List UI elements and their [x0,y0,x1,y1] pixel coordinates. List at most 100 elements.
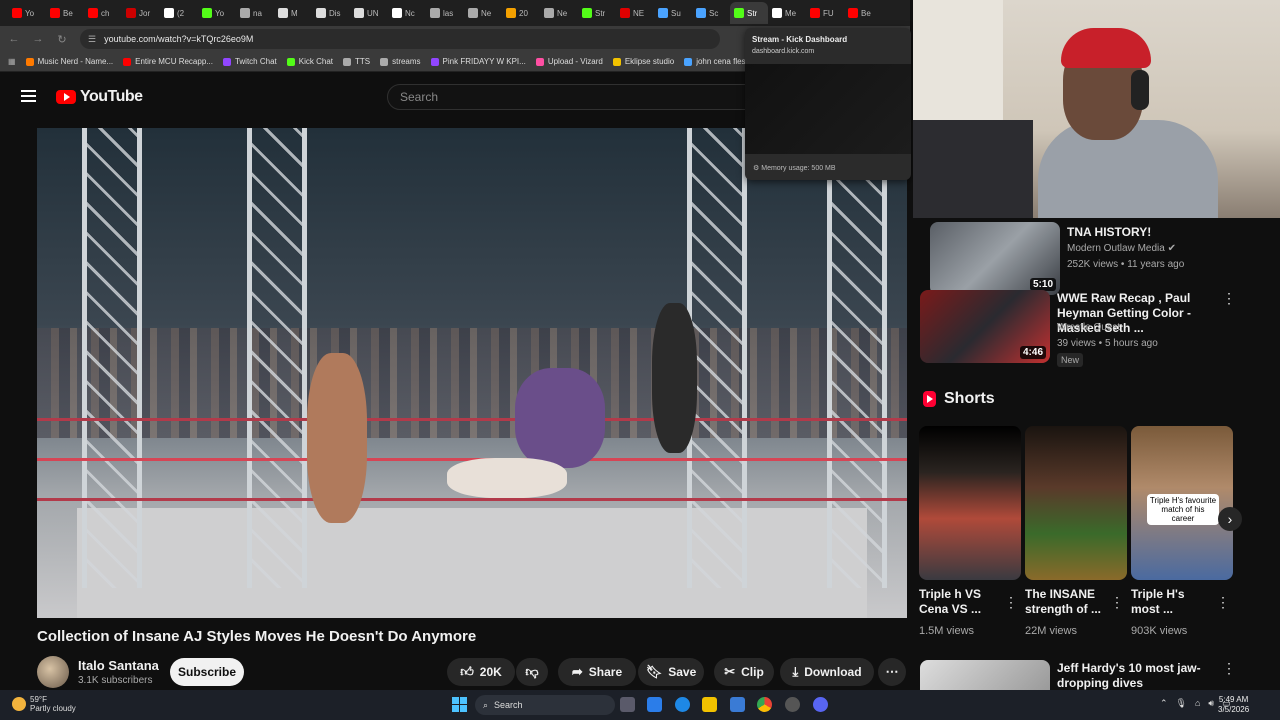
browser-tab[interactable]: FU [806,2,844,24]
youtube-logo[interactable]: YouTube [56,88,143,106]
browser-tab[interactable]: Yo [8,2,46,24]
more-vertical-icon[interactable]: ⋮ [1216,594,1230,611]
browser-tab[interactable]: Ne [540,2,578,24]
browser-tab[interactable]: M [274,2,312,24]
tab-label: Str [747,8,758,18]
browser-tab[interactable]: (2 [160,2,198,24]
save-button[interactable]: 🔖︎ Save [638,658,704,686]
share-button[interactable]: ➦ Share [558,658,636,686]
browser-tab[interactable]: Yo [198,2,236,24]
more-vertical-icon[interactable]: ⋮ [1004,594,1018,611]
browser-tab[interactable]: Me [768,2,806,24]
discord-icon[interactable] [813,697,828,712]
network-icon[interactable]: ⌂ [1195,698,1200,709]
bookmark-item[interactable]: Kick Chat [286,57,333,66]
download-button[interactable]: ⤓ Download [780,658,874,686]
site-info-icon[interactable]: ☰ [88,34,96,45]
like-button[interactable]: 👍︎ 20K [447,658,515,686]
taskbar-search[interactable]: ⌕ Search [475,695,615,715]
more-actions-button[interactable]: ⋯ [878,658,906,686]
clock-date: 3/5/2026 [1218,705,1250,714]
video-player[interactable] [37,128,907,618]
start-button[interactable] [452,697,467,712]
volume-icon[interactable]: 🔊︎ [1208,698,1214,709]
browser-tab[interactable]: NE [616,2,654,24]
bookmark-item[interactable]: Entire MCU Recapp... [123,57,213,66]
search-icon: ⌕ [483,699,489,710]
back-icon[interactable]: ← [8,33,20,45]
short-title-3[interactable]: Triple H's most ... [1131,587,1211,617]
short-title-2[interactable]: The INSANE strength of ... [1025,587,1115,617]
short-thumbnail-1[interactable] [919,426,1021,580]
clock[interactable]: 5:49 AM 3/5/2026 [1218,695,1249,715]
copilot-icon[interactable] [647,697,662,712]
bookmark-item[interactable]: streams [380,57,421,66]
apps-grid-icon[interactable]: ▦ [8,57,16,66]
bookmark-item[interactable]: Pink FRIDAYY W KPI... [430,57,526,66]
related-thumbnail-2[interactable]: 4:46 [920,290,1050,363]
browser-tab[interactable]: UN [350,2,388,24]
shorts-next-button[interactable]: › [1218,507,1242,531]
browser-tab[interactable]: na [236,2,274,24]
bookmark-item[interactable]: Music Nerd - Name... [25,57,113,66]
forward-icon[interactable]: → [32,33,44,45]
related-channel-2[interactable]: Wrestle Quest [1057,322,1120,333]
memory-icon: ⚙ [753,165,760,172]
reload-icon[interactable]: ↻ [56,33,68,46]
task-view-icon[interactable] [620,697,635,712]
short-thumbnail-3[interactable]: Triple H's favourite match of his career [1131,426,1233,580]
short-title-1[interactable]: Triple h VS Cena VS ... [919,587,1009,617]
menu-icon[interactable] [21,90,36,102]
chevron-up-icon[interactable]: ⌃ [1160,698,1168,709]
related-video-1[interactable]: 5:10 TNA HISTORY! Modern Outlaw Media ✔ … [930,222,1280,298]
related-title-1[interactable]: TNA HISTORY! [1067,225,1247,240]
bookmark-item[interactable]: Eklipse studio [612,57,674,66]
more-vertical-icon[interactable]: ⋮ [1222,290,1236,307]
browser-tab[interactable]: Be [46,2,84,24]
browser-tab[interactable]: Su [654,2,692,24]
dislike-button[interactable]: 👎︎ [516,658,548,686]
browser-tab[interactable]: Nc [388,2,426,24]
more-vertical-icon[interactable]: ⋮ [1222,660,1236,677]
address-bar[interactable]: ☰ youtube.com/watch?v=kTQrc26eo9M [80,29,720,49]
related-video-3[interactable]: Jeff Hardy's 10 most jaw-dropping dives … [920,660,1280,690]
browser-tab[interactable]: Sc [692,2,730,24]
browser-tab[interactable]: ch [84,2,122,24]
edge-icon[interactable] [675,697,690,712]
bookmark-item[interactable]: Twitch Chat [222,57,277,66]
browser-tab[interactable]: Be [844,2,882,24]
channel-name[interactable]: Italo Santana [78,658,159,673]
subscribe-button[interactable]: Subscribe [170,658,244,686]
related-title-3[interactable]: Jeff Hardy's 10 most jaw-dropping dives [1057,661,1237,690]
chrome-icon[interactable] [757,697,772,712]
browser-tab[interactable]: Ne [464,2,502,24]
weather-widget[interactable]: 59°F Partly cloudy [12,695,76,713]
bookmark-item[interactable]: Upload - Vizard [535,57,603,66]
store-icon[interactable] [730,697,745,712]
tab-label: Str [595,8,606,18]
obs-icon[interactable] [785,697,800,712]
browser-tab[interactable]: Jor [122,2,160,24]
related-thumbnail-3[interactable] [920,660,1050,690]
browser-tab[interactable]: Dis [312,2,350,24]
file-explorer-icon[interactable] [702,697,717,712]
tab-favicon-icon [620,8,630,18]
bookmark-item[interactable]: TTS [342,57,370,66]
more-vertical-icon[interactable]: ⋮ [1110,594,1124,611]
search-input[interactable]: Search [387,84,747,110]
channel-avatar[interactable] [37,656,69,688]
bookmark-label: Pink FRIDAYY W KPI... [442,57,526,66]
tab-favicon-icon [848,8,858,18]
browser-tab[interactable]: Str [730,2,768,24]
related-channel-1[interactable]: Modern Outlaw Media ✔ [1067,243,1176,254]
related-video-2[interactable]: 4:46 WWE Raw Recap , Paul Heyman Getting… [920,290,1280,367]
short-thumbnail-2[interactable] [1025,426,1127,580]
tab-label: 20 [519,8,528,18]
browser-tab[interactable]: Str [578,2,616,24]
related-thumbnail-1[interactable]: 5:10 [930,222,1060,295]
clip-button[interactable]: ✂ Clip [714,658,774,686]
browser-tab[interactable]: las [426,2,464,24]
bookmark-label: Kick Chat [298,57,333,66]
browser-tab[interactable]: 20 [502,2,540,24]
mic-icon[interactable]: 🎙︎ [1176,698,1187,709]
